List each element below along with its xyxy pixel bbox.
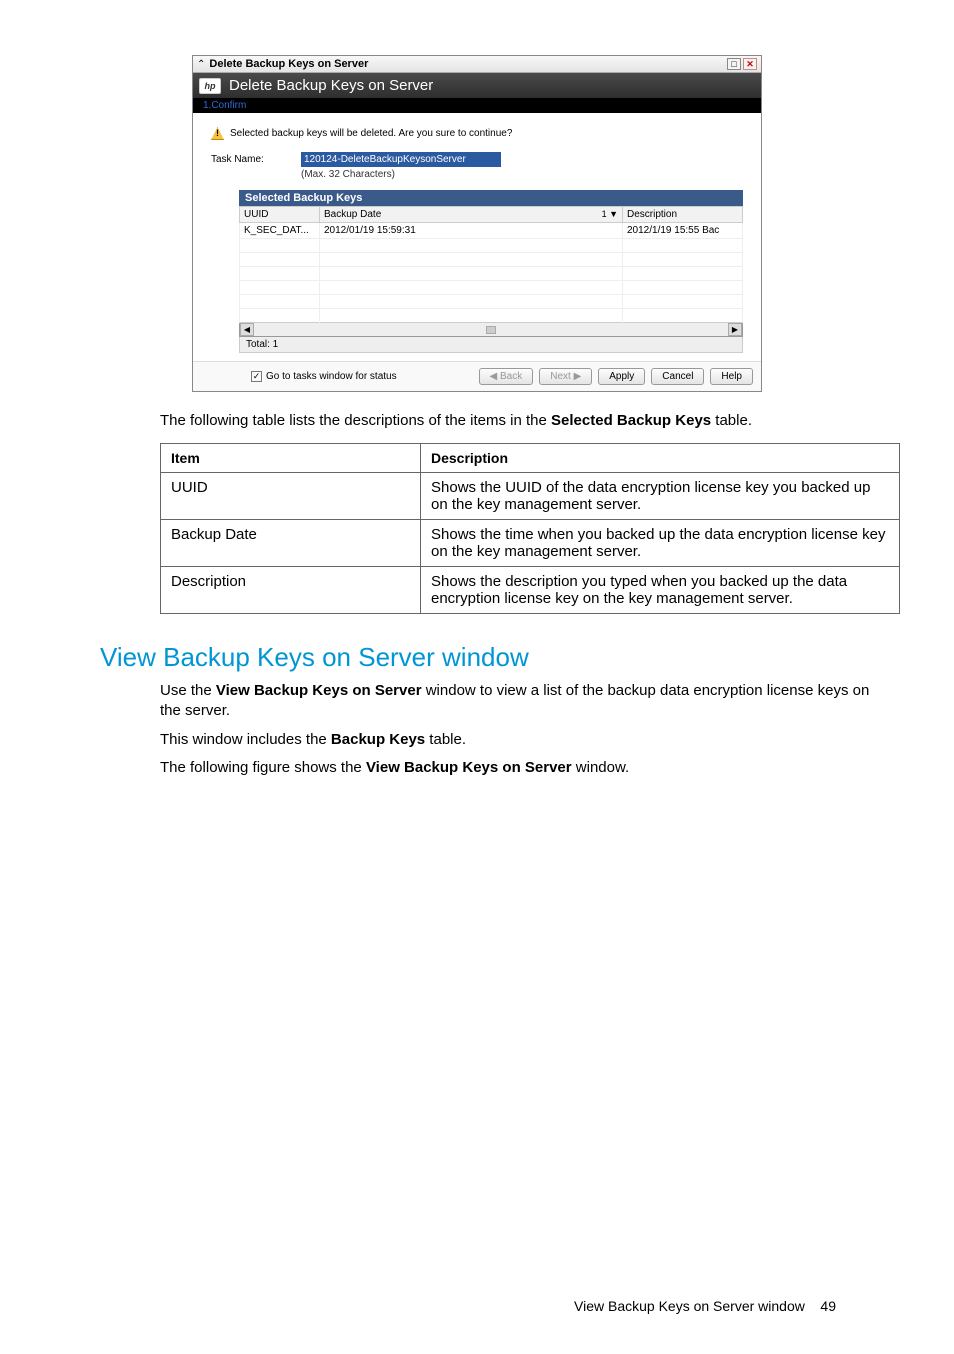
page-footer: View Backup Keys on Server window 49 — [60, 1298, 894, 1314]
task-name-label: Task Name: — [211, 152, 301, 165]
checkbox-icon[interactable]: ✓ — [251, 371, 262, 382]
intro-paragraph: The following table lists the descriptio… — [160, 412, 894, 429]
goto-tasks-checkbox[interactable]: ✓ Go to tasks window for status — [251, 371, 397, 382]
col-uuid[interactable]: UUID — [240, 207, 320, 223]
warning-icon: ! — [211, 127, 224, 140]
delete-backup-keys-dialog: ⌃ Delete Backup Keys on Server □ ✕ hp De… — [192, 55, 762, 392]
dialog-heading: Delete Backup Keys on Server — [229, 77, 433, 94]
table-row: UUID Shows the UUID of the data encrypti… — [161, 473, 900, 520]
paragraph: Use the View Backup Keys on Server windo… — [160, 681, 894, 722]
apply-button[interactable]: Apply — [598, 368, 645, 385]
horizontal-scrollbar[interactable]: ◀ ▶ — [239, 323, 743, 337]
total-count: Total: 1 — [239, 337, 743, 353]
cancel-button[interactable]: Cancel — [651, 368, 704, 385]
table-row[interactable]: K_SEC_DAT... 2012/01/19 15:59:31 2012/1/… — [240, 223, 743, 239]
col-backup-date-label: Backup Date — [324, 209, 381, 220]
next-button[interactable]: Next ▶ — [539, 368, 592, 385]
footer-section-title: View Backup Keys on Server window — [574, 1298, 805, 1314]
goto-tasks-label: Go to tasks window for status — [266, 371, 397, 382]
task-name-hint: (Max. 32 Characters) — [301, 169, 743, 180]
cell-uuid: K_SEC_DAT... — [240, 223, 320, 239]
wizard-step-confirm[interactable]: 1.Confirm — [193, 98, 761, 113]
help-button[interactable]: Help — [710, 368, 753, 385]
maximize-icon[interactable]: □ — [727, 58, 741, 70]
page-number: 49 — [820, 1298, 836, 1314]
item-description-table: Item Description UUID Shows the UUID of … — [160, 443, 900, 614]
paragraph: The following figure shows the View Back… — [160, 758, 894, 778]
table-row: Backup Date Shows the time when you back… — [161, 520, 900, 567]
header-item: Item — [161, 444, 421, 473]
sort-indicator[interactable]: 1 ▼ — [602, 209, 618, 219]
scroll-right-icon[interactable]: ▶ — [728, 323, 742, 336]
warning-line: ! Selected backup keys will be deleted. … — [211, 127, 743, 140]
titlebar-text: Delete Backup Keys on Server — [209, 58, 725, 70]
table-row: Description Shows the description you ty… — [161, 567, 900, 614]
collapse-icon[interactable]: ⌃ — [197, 59, 205, 70]
close-icon[interactable]: ✕ — [743, 58, 757, 70]
paragraph: This window includes the Backup Keys tab… — [160, 730, 894, 750]
selected-backup-keys-table: UUID Backup Date 1 ▼ Description K_SEC_D… — [239, 206, 743, 323]
cell-backup-date: 2012/01/19 15:59:31 — [320, 223, 623, 239]
hp-logo-icon: hp — [199, 78, 221, 94]
section-heading: View Backup Keys on Server window — [100, 642, 894, 673]
col-backup-date[interactable]: Backup Date 1 ▼ — [320, 207, 623, 223]
dialog-header: hp Delete Backup Keys on Server — [193, 73, 761, 98]
dialog-titlebar[interactable]: ⌃ Delete Backup Keys on Server □ ✕ — [193, 56, 761, 73]
warning-text: Selected backup keys will be deleted. Ar… — [230, 128, 512, 139]
header-description: Description — [421, 444, 900, 473]
scroll-thumb[interactable] — [486, 326, 496, 334]
back-button[interactable]: ◀ Back — [479, 368, 534, 385]
selected-backup-keys-title: Selected Backup Keys — [239, 190, 743, 206]
scroll-left-icon[interactable]: ◀ — [240, 323, 254, 336]
col-description[interactable]: Description — [623, 207, 743, 223]
task-name-input[interactable] — [301, 152, 501, 167]
dialog-footer: ✓ Go to tasks window for status ◀ Back N… — [193, 361, 761, 391]
cell-description: 2012/1/19 15:55 Bac — [623, 223, 743, 239]
